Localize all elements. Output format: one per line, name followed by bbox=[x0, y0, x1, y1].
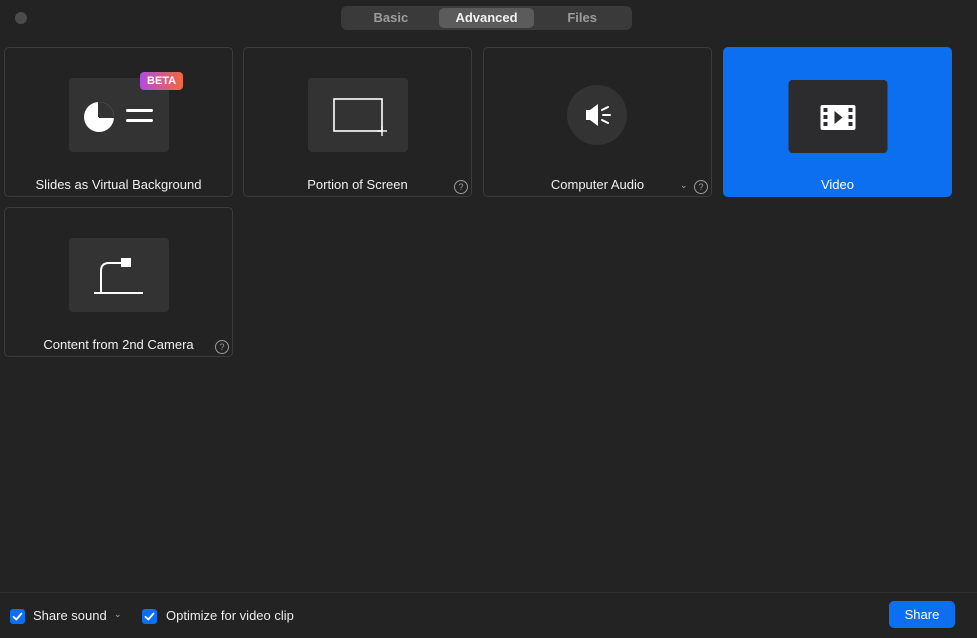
portion-screen-icon bbox=[307, 78, 408, 152]
window-close-dot[interactable] bbox=[15, 12, 27, 24]
tile-computer-audio[interactable]: Computer Audio ⌄ ? bbox=[483, 47, 712, 197]
tile-label: Computer Audio bbox=[550, 177, 645, 192]
share-sound-label[interactable]: Share sound bbox=[33, 608, 107, 623]
tile-video[interactable]: Video bbox=[723, 47, 952, 197]
share-tabbar: Basic Advanced Files bbox=[341, 6, 632, 30]
speaker-icon bbox=[567, 85, 627, 145]
tile-label: Content from 2nd Camera bbox=[43, 337, 194, 352]
tile-label: Slides as Virtual Background bbox=[35, 177, 202, 192]
optimize-video-checkbox[interactable] bbox=[142, 609, 157, 624]
tile-slides-virtual-background[interactable]: BETA Slides as Virtual Background bbox=[4, 47, 233, 197]
help-icon[interactable]: ? bbox=[694, 180, 708, 194]
bottom-bar: Share sound ⌄ Optimize for video clip Sh… bbox=[0, 592, 977, 638]
document-camera-icon bbox=[68, 238, 169, 312]
optimize-video-label[interactable]: Optimize for video clip bbox=[166, 608, 294, 623]
help-icon[interactable]: ? bbox=[215, 340, 229, 354]
checkmark-icon bbox=[12, 612, 23, 621]
help-icon[interactable]: ? bbox=[454, 180, 468, 194]
beta-badge: BETA bbox=[140, 72, 184, 90]
share-button[interactable]: Share bbox=[889, 601, 955, 628]
video-icon bbox=[788, 80, 887, 153]
share-screen-window: Basic Advanced Files BETA Slides as Virt… bbox=[0, 0, 977, 638]
tile-portion-of-screen[interactable]: Portion of Screen ? bbox=[243, 47, 472, 197]
tile-label: Portion of Screen bbox=[307, 177, 408, 192]
tab-basic[interactable]: Basic bbox=[343, 8, 439, 28]
tile-content-2nd-camera[interactable]: Content from 2nd Camera ? bbox=[4, 207, 233, 357]
share-sound-checkbox[interactable] bbox=[10, 609, 25, 624]
chevron-down-icon[interactable]: ⌄ bbox=[114, 609, 122, 620]
checkmark-icon bbox=[144, 612, 155, 621]
tile-label: Video bbox=[820, 177, 854, 192]
chevron-down-icon[interactable]: ⌄ bbox=[680, 180, 688, 191]
tab-files[interactable]: Files bbox=[534, 8, 630, 28]
tab-advanced[interactable]: Advanced bbox=[438, 8, 535, 28]
